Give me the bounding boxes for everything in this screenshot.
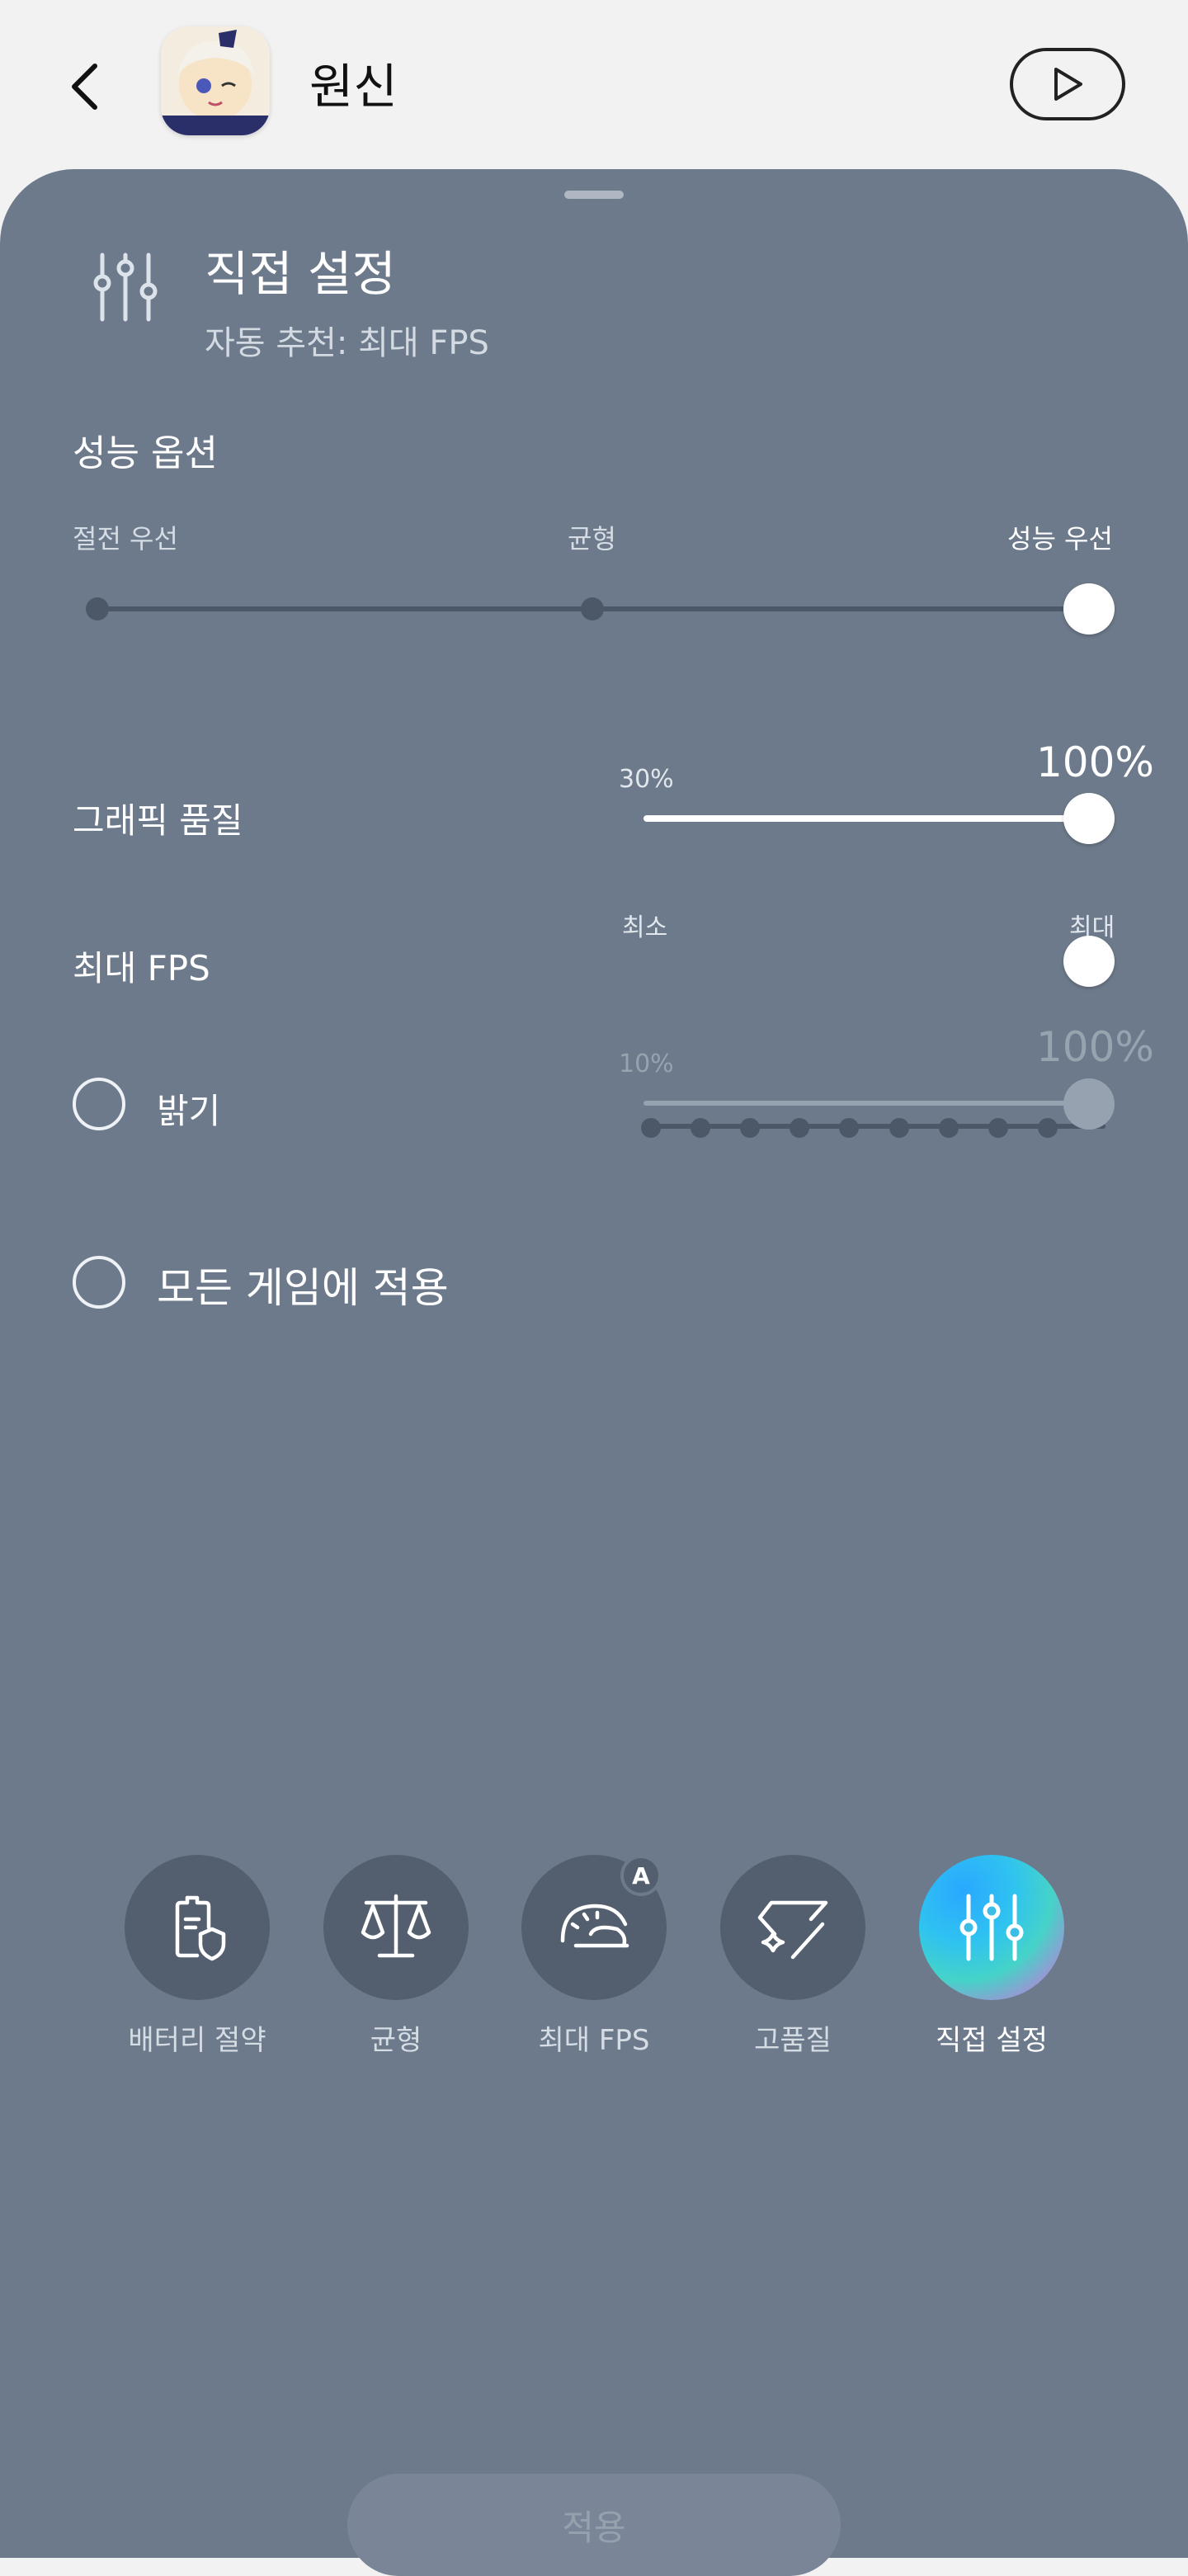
perf-step-dot[interactable] xyxy=(581,597,604,620)
brightness-toggle-radio[interactable] xyxy=(73,1078,125,1130)
fps-step-dot[interactable] xyxy=(740,1118,761,1138)
sliders-icon xyxy=(93,252,158,322)
mode-label-battery-saving: 배터리 절약 xyxy=(128,2024,266,2057)
mode-subtitle: 자동 추천: 최대 FPS xyxy=(205,324,489,362)
performance-slider-thumb[interactable] xyxy=(1063,583,1115,635)
max-fps-slider-thumb[interactable] xyxy=(1063,936,1115,987)
mode-label-balanced: 균형 xyxy=(370,2024,422,2057)
app-title: 원신 xyxy=(309,59,398,115)
max-fps-slider-track[interactable] xyxy=(644,1124,1106,1129)
max-fps-label: 최대 FPS xyxy=(73,948,210,988)
mode-title: 직접 설정 xyxy=(205,246,396,302)
graphics-quality-label: 그래픽 품질 xyxy=(73,800,243,841)
brightness-slider-track[interactable] xyxy=(644,1101,1089,1106)
graphics-value-label: 100% xyxy=(1036,738,1154,786)
fps-step-dot[interactable] xyxy=(790,1118,810,1138)
graphics-quality-slider-thumb[interactable] xyxy=(1063,793,1115,844)
perf-option-performance[interactable]: 성능 우선 xyxy=(1007,518,1113,556)
chevron-left-icon xyxy=(72,64,97,110)
graphics-quality-slider-track[interactable] xyxy=(644,815,1089,822)
fps-step-dot[interactable] xyxy=(889,1118,909,1138)
perf-step-dot[interactable] xyxy=(86,597,109,620)
app-header: 원신 xyxy=(0,0,1188,169)
brightness-min-label: 10% xyxy=(619,1050,674,1078)
perf-option-power-saving[interactable]: 절전 우선 xyxy=(73,518,178,556)
back-button[interactable] xyxy=(58,50,116,124)
perf-option-balanced[interactable]: 균형 xyxy=(568,518,616,556)
sliders-icon xyxy=(959,1894,1024,1961)
drag-handle[interactable] xyxy=(564,191,624,199)
performance-section-title: 성능 옵션 xyxy=(73,432,218,474)
mode-button-balanced[interactable] xyxy=(323,1855,469,2000)
fps-step-dot[interactable] xyxy=(839,1118,860,1138)
brightness-label: 밝기 xyxy=(157,1091,221,1131)
play-button[interactable] xyxy=(1010,48,1125,120)
fps-step-dot[interactable] xyxy=(1037,1118,1058,1138)
fps-step-dot[interactable] xyxy=(938,1118,959,1138)
play-icon xyxy=(1054,68,1082,101)
fps-step-dot[interactable] xyxy=(641,1118,661,1138)
brightness-value-label: 100% xyxy=(1036,1023,1154,1071)
mode-button-custom[interactable] xyxy=(919,1855,1064,2000)
mode-label-high-quality: 고품질 xyxy=(754,2024,832,2057)
mode-button-battery-saving[interactable] xyxy=(125,1855,270,2000)
performance-panel: 직접 설정 자동 추천: 최대 FPS 성능 옵션 절전 우선 균형 성능 우선… xyxy=(0,169,1188,2576)
mode-label-custom: 직접 설정 xyxy=(936,2024,1048,2057)
battery-shield-icon xyxy=(175,1895,226,1961)
mode-label-max-fps: 최대 FPS xyxy=(538,2024,650,2057)
brightness-slider-thumb[interactable] xyxy=(1063,1078,1115,1130)
apply-all-games-radio[interactable] xyxy=(73,1256,125,1309)
mode-button-high-quality[interactable] xyxy=(720,1855,865,2000)
fps-step-dot[interactable] xyxy=(691,1118,711,1138)
fps-step-dot[interactable] xyxy=(988,1118,1008,1138)
speedometer-icon xyxy=(560,1904,629,1948)
graphics-min-label: 30% xyxy=(619,765,674,794)
apply-all-games-label: 모든 게임에 적용 xyxy=(157,1264,449,1312)
auto-recommend-badge: A xyxy=(620,1855,662,1896)
balance-scale-icon xyxy=(361,1894,431,1958)
performance-slider-track[interactable] xyxy=(97,606,1112,611)
fps-min-label: 최소 xyxy=(622,913,668,942)
app-icon xyxy=(161,26,270,135)
diamond-sparkle-icon xyxy=(757,1900,828,1960)
apply-button[interactable]: 적용 xyxy=(347,2474,841,2576)
